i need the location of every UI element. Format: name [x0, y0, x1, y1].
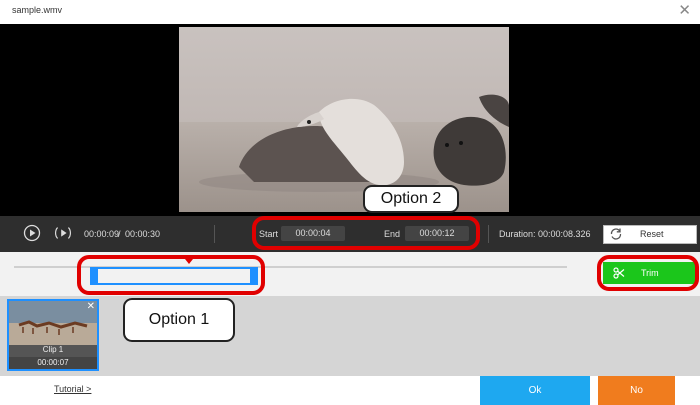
play-icon[interactable]: [23, 224, 41, 242]
close-window-button[interactable]: ✕: [678, 2, 691, 20]
clip-strip: ✕ Clip 1 00:00:07 Option 1: [0, 296, 700, 376]
reset-button[interactable]: Reset: [603, 225, 697, 244]
reset-label: Reset: [640, 229, 664, 239]
clip-label: Clip 1: [42, 345, 64, 354]
play-with-sound-icon[interactable]: [54, 224, 72, 242]
video-preview-area: Option 2: [0, 24, 700, 216]
footer: Tutorial > Ok No: [0, 376, 700, 405]
video-frame: [179, 27, 509, 212]
duration-value: 00:00:08.326: [538, 229, 591, 239]
divider: [214, 225, 215, 243]
clip-thumbnail-image: [9, 301, 97, 345]
trim-highlight: [597, 255, 699, 291]
playback-controls-bar: 00:00:09 / 00:00:30 Start 00:00:04 End 0…: [0, 216, 700, 252]
divider: [488, 225, 489, 243]
option-2-highlight: [252, 216, 480, 250]
clip-duration: 00:00:07: [9, 357, 97, 369]
time-divider: /: [118, 229, 121, 239]
video-frame-image: [179, 27, 509, 212]
window-title: sample.wmv: [12, 5, 63, 15]
no-button[interactable]: No: [598, 376, 675, 405]
ok-button[interactable]: Ok: [480, 376, 590, 405]
title-bar: sample.wmv ✕: [0, 0, 700, 24]
trim-timeline: Trim: [0, 252, 700, 296]
remove-clip-button[interactable]: ✕: [87, 301, 95, 312]
option-1-callout: Option 1: [123, 298, 235, 342]
option-1-highlight: [77, 255, 265, 295]
option-2-callout: Option 2: [363, 185, 459, 213]
current-time: 00:00:09: [84, 229, 120, 239]
tutorial-link[interactable]: Tutorial >: [54, 384, 91, 394]
total-time: 00:00:30: [125, 229, 161, 239]
reset-icon: [610, 228, 622, 240]
clip-thumbnail[interactable]: ✕ Clip 1 00:00:07: [7, 299, 99, 371]
duration-label: Duration:: [499, 229, 536, 239]
